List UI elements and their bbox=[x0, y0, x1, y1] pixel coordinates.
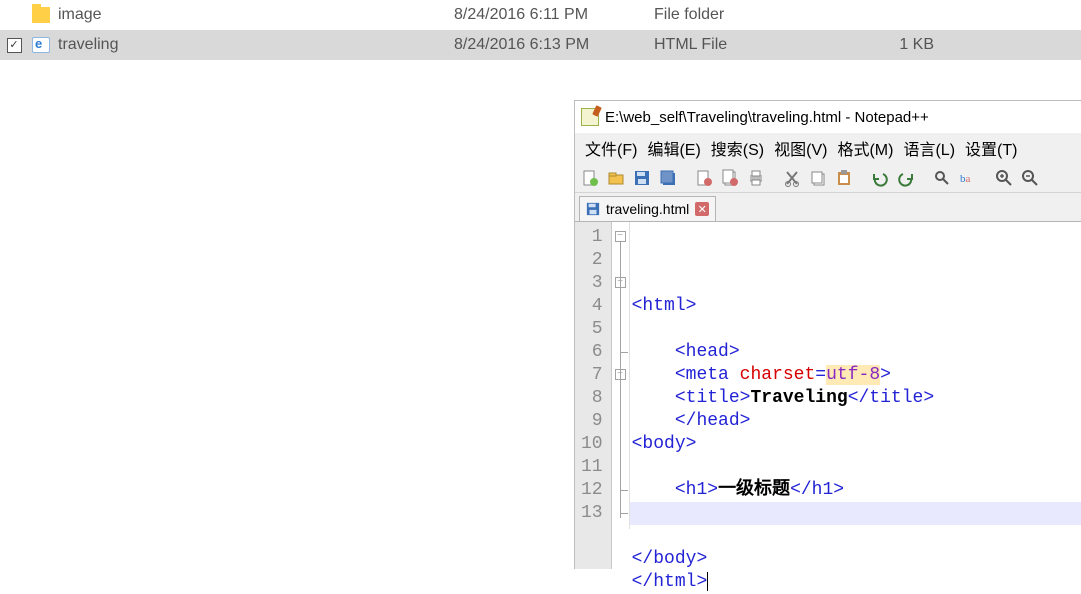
new-file-button[interactable] bbox=[579, 167, 601, 189]
menu-item[interactable]: 编辑(E) bbox=[643, 134, 704, 162]
toolbar: ba bbox=[575, 163, 1081, 193]
code-line[interactable] bbox=[632, 525, 1081, 548]
code-line[interactable] bbox=[632, 318, 1081, 341]
close-file-button[interactable] bbox=[693, 167, 715, 189]
code-line[interactable]: <head> bbox=[632, 341, 1081, 364]
app-icon bbox=[581, 108, 599, 126]
row-checkbox[interactable]: ✓ bbox=[0, 38, 28, 53]
line-number-gutter: 12345678910111213 bbox=[575, 222, 612, 569]
save-icon bbox=[586, 202, 600, 216]
tab-strip: traveling.html ✕ bbox=[575, 193, 1081, 221]
code-line[interactable]: </body> bbox=[632, 548, 1081, 571]
fold-gutter[interactable]: −−− bbox=[612, 222, 630, 529]
paste-button[interactable] bbox=[833, 167, 855, 189]
file-row[interactable]: image8/24/2016 6:11 PMFile folder bbox=[0, 0, 1081, 30]
folder-icon bbox=[28, 7, 54, 23]
file-date: 8/24/2016 6:13 PM bbox=[454, 36, 654, 54]
file-type: File folder bbox=[654, 6, 834, 24]
window-title: E:\web_self\Traveling\traveling.html - N… bbox=[605, 109, 929, 126]
zoom-out-button[interactable] bbox=[1019, 167, 1041, 189]
code-line[interactable]: <body> bbox=[632, 433, 1081, 456]
menubar: 文件(F)编辑(E)搜索(S)视图(V)格式(M)语言(L)设置(T) bbox=[575, 133, 1081, 163]
file-size: 1 KB bbox=[834, 36, 974, 54]
code-editor[interactable]: 12345678910111213 −−− <html> <head> <met… bbox=[575, 221, 1081, 569]
code-line[interactable]: <meta charset=utf-8> bbox=[632, 364, 1081, 387]
current-line-highlight bbox=[630, 502, 1081, 525]
find-button[interactable] bbox=[931, 167, 953, 189]
code-line[interactable]: <title>Traveling</title> bbox=[632, 387, 1081, 410]
save-all-button[interactable] bbox=[657, 167, 679, 189]
file-type: HTML File bbox=[654, 36, 834, 54]
titlebar[interactable]: E:\web_self\Traveling\traveling.html - N… bbox=[575, 101, 1081, 133]
code-line[interactable]: </html> bbox=[632, 571, 1081, 594]
open-file-button[interactable] bbox=[605, 167, 627, 189]
menu-item[interactable]: 语言(L) bbox=[899, 134, 959, 162]
menu-item[interactable]: 视图(V) bbox=[770, 134, 831, 162]
save-button[interactable] bbox=[631, 167, 653, 189]
file-name: traveling bbox=[54, 36, 454, 54]
file-date: 8/24/2016 6:11 PM bbox=[454, 6, 654, 24]
code-line[interactable]: <html> bbox=[632, 295, 1081, 318]
copy-button[interactable] bbox=[807, 167, 829, 189]
undo-button[interactable] bbox=[869, 167, 891, 189]
print-button[interactable] bbox=[745, 167, 767, 189]
file-explorer-list: image8/24/2016 6:11 PMFile folder ✓ travel… bbox=[0, 0, 1081, 60]
menu-item[interactable]: 文件(F) bbox=[581, 134, 641, 162]
tab-traveling[interactable]: traveling.html ✕ bbox=[579, 196, 716, 221]
close-all-button[interactable] bbox=[719, 167, 741, 189]
code-line[interactable]: </head> bbox=[632, 410, 1081, 433]
html-icon bbox=[28, 37, 54, 53]
tab-close-icon[interactable]: ✕ bbox=[695, 202, 709, 216]
redo-button[interactable] bbox=[895, 167, 917, 189]
zoom-in-button[interactable] bbox=[993, 167, 1015, 189]
code-line[interactable]: <h1>一级标题</h1> bbox=[632, 479, 1081, 502]
tab-label: traveling.html bbox=[606, 201, 689, 217]
code-line[interactable] bbox=[632, 456, 1081, 479]
menu-item[interactable]: 搜索(S) bbox=[707, 134, 768, 162]
cut-button[interactable] bbox=[781, 167, 803, 189]
menu-item[interactable]: 格式(M) bbox=[833, 134, 897, 162]
file-row[interactable]: ✓ traveling8/24/2016 6:13 PMHTML File1 KB bbox=[0, 30, 1081, 60]
menu-item[interactable]: 设置(T) bbox=[961, 134, 1021, 162]
svg-text:ba: ba bbox=[960, 173, 971, 185]
notepadpp-window: E:\web_self\Traveling\traveling.html - N… bbox=[574, 100, 1081, 569]
code-area[interactable]: <html> <head> <meta charset=utf-8> <titl… bbox=[630, 222, 1081, 569]
file-name: image bbox=[54, 6, 454, 24]
replace-button[interactable]: ba bbox=[957, 167, 979, 189]
